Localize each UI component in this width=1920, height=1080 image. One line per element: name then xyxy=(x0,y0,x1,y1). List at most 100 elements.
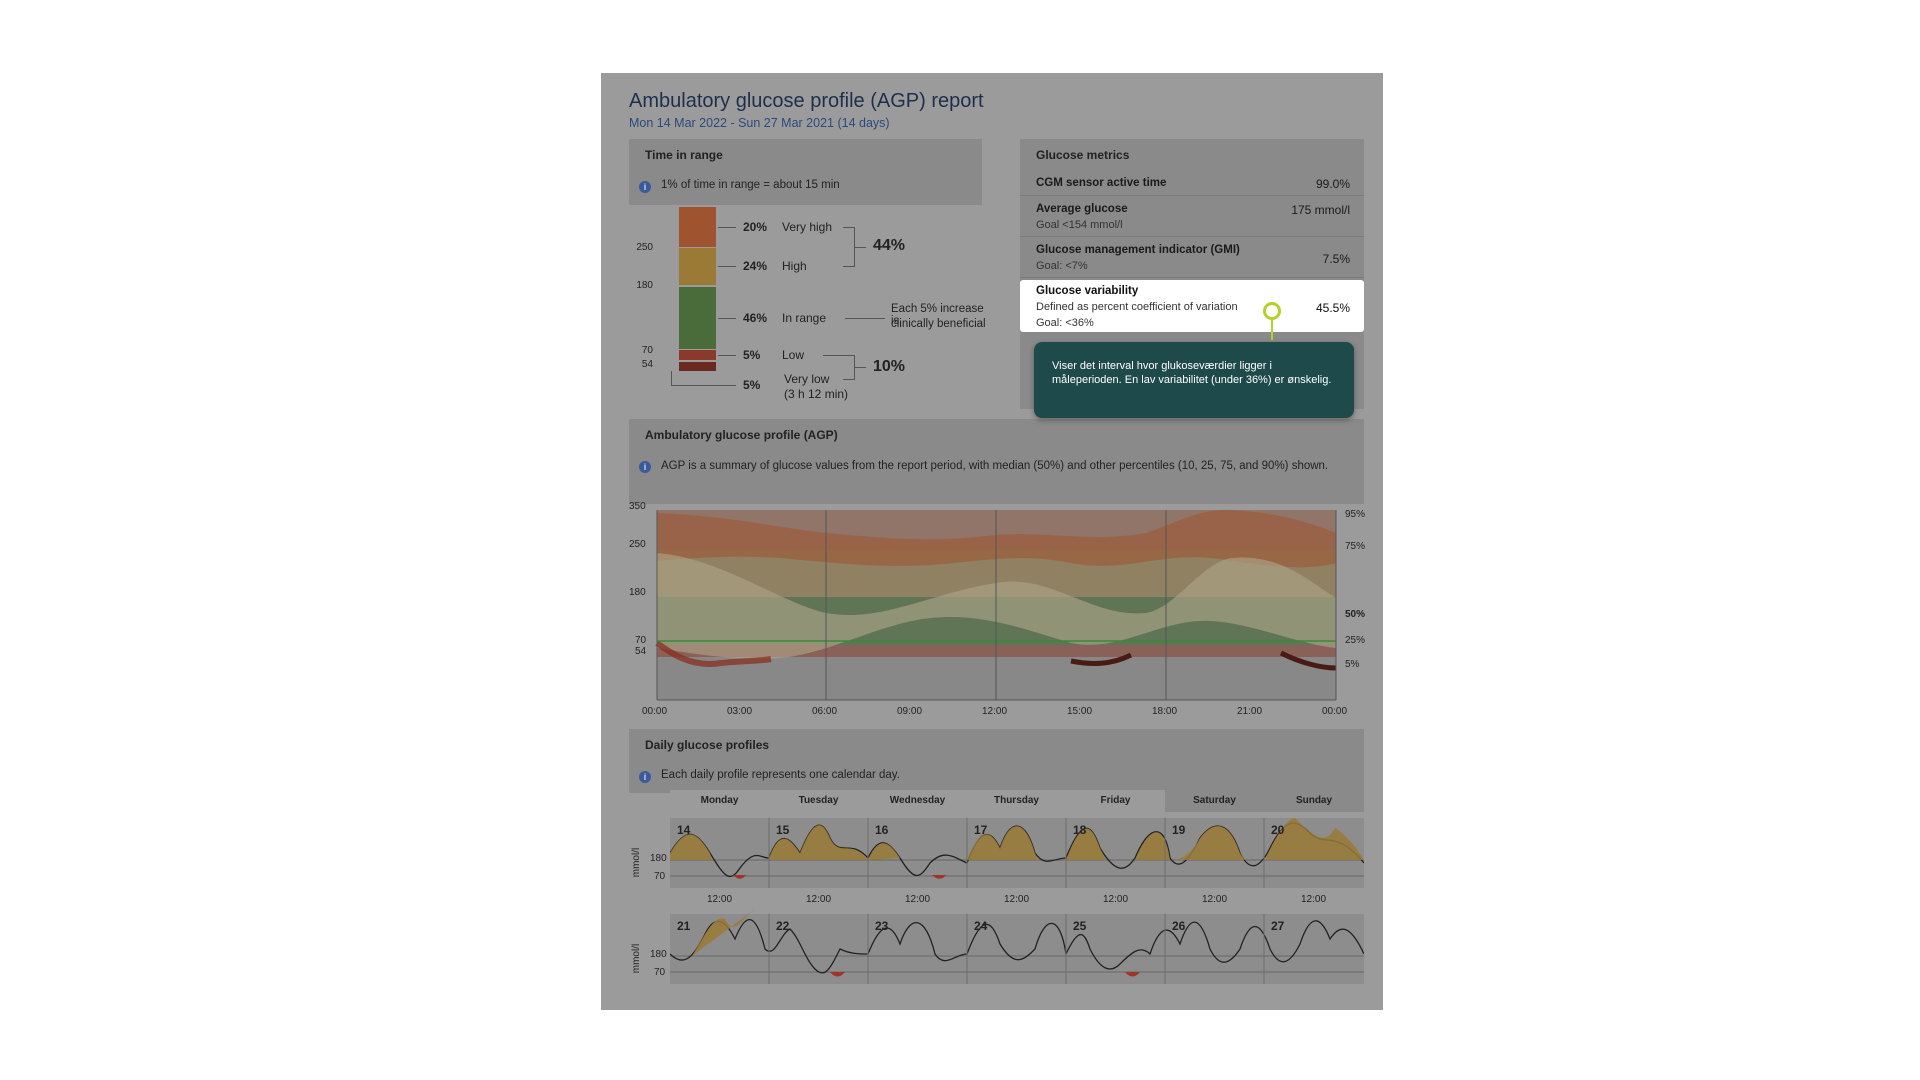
day-number: 21 xyxy=(677,919,691,933)
agp-xtick: 21:00 xyxy=(1237,706,1263,717)
time-in-range-info-text: 1% of time in range = about 15 min xyxy=(661,179,840,191)
daily-unit-label: mmol/l xyxy=(631,943,643,974)
agp-pct-label: 25% xyxy=(1345,635,1366,646)
in-range-note-2: clinically beneficial xyxy=(891,318,986,330)
metric-row-average: Average glucose Goal <154 mmol/l 175 mmo… xyxy=(1020,197,1364,237)
day-number: 19 xyxy=(1172,823,1186,837)
pct-very-low: 5% xyxy=(743,378,761,392)
day-number: 22 xyxy=(776,919,790,933)
time-in-range-card: Time in range i 1% of time in range = ab… xyxy=(629,139,982,205)
glucose-variability-name: Glucose variability xyxy=(1036,285,1139,297)
pct-low: 5% xyxy=(743,348,761,362)
info-icon: i xyxy=(639,771,651,783)
label-low: Low xyxy=(782,348,805,362)
report-date-range: Mon 14 Mar 2022 - Sun 27 Mar 2021 (14 da… xyxy=(629,116,890,130)
weekday-sunday: Sunday xyxy=(1264,790,1364,812)
daily-ytick: 70 xyxy=(654,871,666,882)
noon-label: 12:00 xyxy=(1103,894,1129,905)
day-number: 23 xyxy=(875,919,889,933)
tir-tick-180: 180 xyxy=(636,280,653,291)
high-total: 44% xyxy=(873,237,906,254)
metric-name: CGM sensor active time xyxy=(1036,177,1167,189)
day-number: 27 xyxy=(1271,919,1285,933)
label-very-high: Very high xyxy=(782,220,833,234)
noon-label: 12:00 xyxy=(1301,894,1327,905)
time-in-range-info: i 1% of time in range = about 15 min xyxy=(639,179,840,193)
bar-very-low xyxy=(679,362,716,371)
bar-high xyxy=(679,248,716,285)
label-high: High xyxy=(782,259,807,273)
bar-in-range xyxy=(679,287,716,349)
tir-tick-70: 70 xyxy=(641,345,653,356)
noon-label: 12:00 xyxy=(1202,894,1228,905)
day-number: 26 xyxy=(1172,919,1186,933)
tour-tooltip: Viser det interval hvor glukoseværdier l… xyxy=(1034,342,1354,418)
glucose-variability-metric[interactable]: Glucose variability Defined as percent c… xyxy=(1020,280,1364,332)
day-number: 25 xyxy=(1073,919,1087,933)
label-in-range: In range xyxy=(782,311,827,325)
day-number: 14 xyxy=(677,823,691,837)
label-very-low: Very low xyxy=(784,372,830,386)
agp-info-text: AGP is a summary of glucose values from … xyxy=(661,460,1329,472)
agp-info: i AGP is a summary of glucose values fro… xyxy=(639,459,1339,474)
noon-label: 12:00 xyxy=(1004,894,1030,905)
very-low-duration: (3 h 12 min) xyxy=(784,387,849,401)
day-number: 16 xyxy=(875,823,889,837)
weekday-tuesday: Tuesday xyxy=(769,790,868,812)
noon-label: 12:00 xyxy=(707,894,733,905)
weekday-wednesday: Wednesday xyxy=(868,790,967,812)
agp-pct-label: 5% xyxy=(1345,659,1360,670)
daily-info: i Each daily profile represents one cale… xyxy=(639,769,900,783)
agp-xtick: 03:00 xyxy=(727,706,753,717)
metric-goal: Goal <154 mmol/l xyxy=(1036,219,1123,231)
weekday-friday: Friday xyxy=(1066,790,1165,812)
glucose-variability-value: 45.5% xyxy=(1315,301,1350,315)
weekday-monday: Monday xyxy=(670,790,769,812)
metric-value: 175 mmol/l xyxy=(1291,203,1350,217)
weekday-saturday: Saturday xyxy=(1165,790,1264,812)
agp-ytick: 54 xyxy=(635,646,647,657)
bar-low xyxy=(679,350,716,360)
day-number: 24 xyxy=(974,919,988,933)
tour-hotspot-icon[interactable] xyxy=(1263,302,1281,320)
tir-tick-250: 250 xyxy=(636,242,653,253)
time-in-range-chart: 250 180 70 54 20% Very high 24% High 46%… xyxy=(629,207,989,407)
glucose-variability-definition: Defined as percent coefficient of variat… xyxy=(1036,301,1238,313)
agp-xtick: 12:00 xyxy=(982,706,1008,717)
week-2-strip xyxy=(670,909,1364,984)
agp-xtick: 09:00 xyxy=(897,706,923,717)
agp-xtick: 00:00 xyxy=(1322,706,1348,717)
agp-pct-label: 50% xyxy=(1345,609,1366,620)
week-1-strip xyxy=(670,818,1364,888)
agp-ytick: 250 xyxy=(629,539,646,550)
metric-value: 7.5% xyxy=(1322,252,1350,266)
noon-label: 12:00 xyxy=(905,894,931,905)
time-in-range-title: Time in range xyxy=(645,148,723,162)
glucose-metrics-title: Glucose metrics xyxy=(1036,148,1130,162)
day-number: 20 xyxy=(1271,823,1285,837)
daily-ytick: 180 xyxy=(650,949,667,960)
metric-value: 99.0% xyxy=(1315,177,1350,191)
info-icon: i xyxy=(639,461,651,473)
agp-xtick: 00:00 xyxy=(642,706,668,717)
agp-ytick: 70 xyxy=(635,635,647,646)
agp-pct-label: 95% xyxy=(1345,509,1366,520)
agp-xtick: 18:00 xyxy=(1152,706,1178,717)
tooltip-text: Viser det interval hvor glukoseværdier l… xyxy=(1052,360,1332,386)
noon-label: 12:00 xyxy=(806,894,832,905)
day-number: 15 xyxy=(776,823,790,837)
pct-high: 24% xyxy=(743,259,768,273)
info-icon: i xyxy=(639,181,651,193)
daily-info-text: Each daily profile represents one calend… xyxy=(661,769,900,781)
day-number: 17 xyxy=(974,823,988,837)
metric-name: Glucose management indicator (GMI) xyxy=(1036,244,1240,256)
tir-tick-54: 54 xyxy=(641,359,653,370)
agp-card: Ambulatory glucose profile (AGP) i AGP i… xyxy=(629,419,1364,504)
metric-row-gmi: Glucose management indicator (GMI) Goal:… xyxy=(1020,238,1364,278)
glucose-variability-goal: Goal: <36% xyxy=(1036,317,1094,329)
agp-pct-label: 75% xyxy=(1345,541,1366,552)
daily-ytick: 180 xyxy=(650,853,667,864)
daily-ytick: 70 xyxy=(654,967,666,978)
metric-name: Average glucose xyxy=(1036,203,1128,215)
agp-xtick: 06:00 xyxy=(812,706,838,717)
